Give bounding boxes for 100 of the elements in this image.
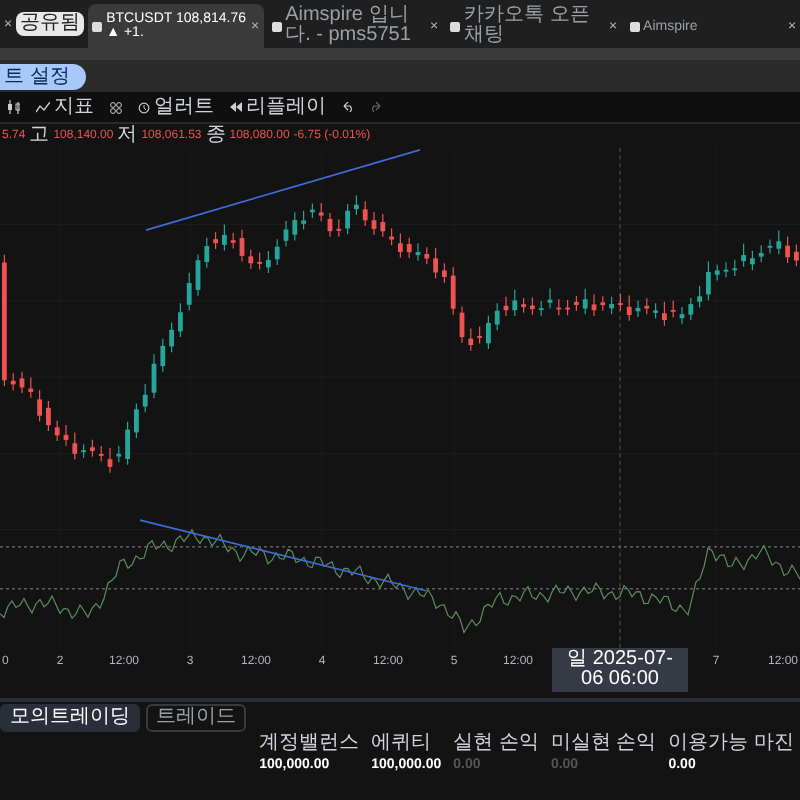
candle bbox=[204, 237, 210, 269]
candle bbox=[547, 288, 553, 310]
candle bbox=[750, 250, 755, 271]
candle bbox=[248, 249, 254, 270]
candle bbox=[81, 443, 86, 459]
trend-line[interactable] bbox=[139, 519, 427, 592]
candle bbox=[54, 420, 60, 442]
candle bbox=[398, 233, 403, 259]
candle bbox=[169, 321, 174, 353]
replay-button[interactable]: 리플레이 bbox=[230, 97, 326, 117]
candle bbox=[626, 294, 632, 322]
candle bbox=[723, 261, 729, 278]
candle bbox=[107, 447, 113, 474]
candle bbox=[90, 439, 95, 458]
trend-line[interactable] bbox=[145, 149, 421, 231]
redo-icon[interactable] bbox=[370, 102, 382, 112]
candle bbox=[450, 266, 456, 315]
candle bbox=[415, 242, 421, 262]
grid-icon[interactable] bbox=[110, 101, 122, 113]
favicon-icon bbox=[629, 21, 640, 31]
stat-label: 에퀴티 bbox=[371, 734, 434, 754]
chart-line-icon bbox=[36, 101, 50, 113]
candle bbox=[706, 260, 711, 301]
candle bbox=[134, 402, 139, 439]
undo-icon[interactable] bbox=[342, 102, 354, 112]
candle bbox=[424, 246, 430, 265]
stat-label: 미실현 손익 bbox=[550, 734, 657, 754]
candle bbox=[741, 243, 746, 268]
candle bbox=[63, 424, 69, 447]
candle bbox=[283, 220, 289, 248]
candle bbox=[371, 211, 377, 236]
candle bbox=[46, 400, 51, 432]
candle bbox=[653, 302, 658, 320]
candle bbox=[714, 264, 720, 282]
candle bbox=[697, 285, 702, 309]
candle bbox=[591, 293, 597, 317]
stat-label: 이용가능 마진 bbox=[668, 734, 794, 754]
candle bbox=[494, 302, 500, 331]
candle bbox=[160, 338, 166, 373]
crosshair-time-label: 일 2025-07-06 06:00 bbox=[552, 648, 688, 692]
candle bbox=[538, 300, 544, 317]
candle bbox=[459, 305, 465, 344]
candle bbox=[10, 372, 16, 391]
candle bbox=[582, 288, 588, 315]
group-badge[interactable]: 공유됨 bbox=[16, 12, 85, 36]
candle bbox=[142, 383, 148, 413]
candle bbox=[301, 210, 306, 231]
favicon-icon bbox=[450, 21, 461, 31]
candle bbox=[362, 200, 368, 227]
candle bbox=[19, 371, 25, 394]
candle bbox=[28, 376, 34, 399]
candle bbox=[521, 297, 526, 314]
candle bbox=[644, 297, 650, 315]
candle bbox=[336, 218, 342, 238]
candle bbox=[512, 289, 518, 317]
candle bbox=[530, 296, 535, 316]
candle bbox=[213, 231, 218, 250]
panel-tab[interactable]: 트레이드 bbox=[146, 704, 246, 732]
indicators-button[interactable]: 지표 bbox=[36, 97, 94, 117]
close-label: 종 bbox=[205, 126, 226, 146]
candle bbox=[380, 213, 386, 238]
candle bbox=[98, 445, 104, 463]
candle bbox=[794, 244, 799, 267]
candle bbox=[785, 235, 790, 264]
panel-tab[interactable]: 모의트레이딩 bbox=[0, 704, 140, 732]
stat-label: 실현 손익 bbox=[453, 734, 539, 754]
candle bbox=[354, 194, 359, 216]
candle bbox=[2, 254, 7, 387]
candle bbox=[776, 229, 782, 255]
candle bbox=[318, 202, 324, 222]
candle bbox=[688, 297, 694, 321]
low-label: 저 bbox=[117, 126, 138, 146]
candle bbox=[151, 353, 157, 399]
candle bbox=[565, 299, 570, 316]
candle bbox=[195, 253, 201, 297]
candle bbox=[477, 326, 482, 345]
candle bbox=[178, 302, 183, 338]
candle bbox=[767, 238, 773, 255]
candle-icon[interactable] bbox=[8, 100, 20, 114]
high-label: 고 bbox=[29, 126, 50, 146]
candle bbox=[310, 202, 315, 219]
candle bbox=[662, 301, 667, 327]
candle bbox=[600, 295, 606, 312]
candle bbox=[72, 431, 78, 461]
clock-icon bbox=[138, 101, 150, 113]
settings-button[interactable]: 트 설정 bbox=[0, 63, 86, 89]
candle bbox=[37, 389, 42, 422]
rewind-icon bbox=[230, 102, 242, 112]
candle bbox=[670, 300, 676, 319]
candle bbox=[292, 211, 298, 241]
candle bbox=[345, 203, 350, 235]
candle bbox=[125, 421, 130, 466]
candle bbox=[222, 223, 227, 252]
candle bbox=[574, 295, 579, 312]
candle bbox=[239, 229, 245, 263]
candle bbox=[732, 259, 738, 277]
candle bbox=[503, 296, 509, 317]
candle bbox=[442, 262, 447, 284]
alert-button[interactable]: 얼러트 bbox=[138, 97, 214, 117]
candle bbox=[274, 238, 280, 266]
